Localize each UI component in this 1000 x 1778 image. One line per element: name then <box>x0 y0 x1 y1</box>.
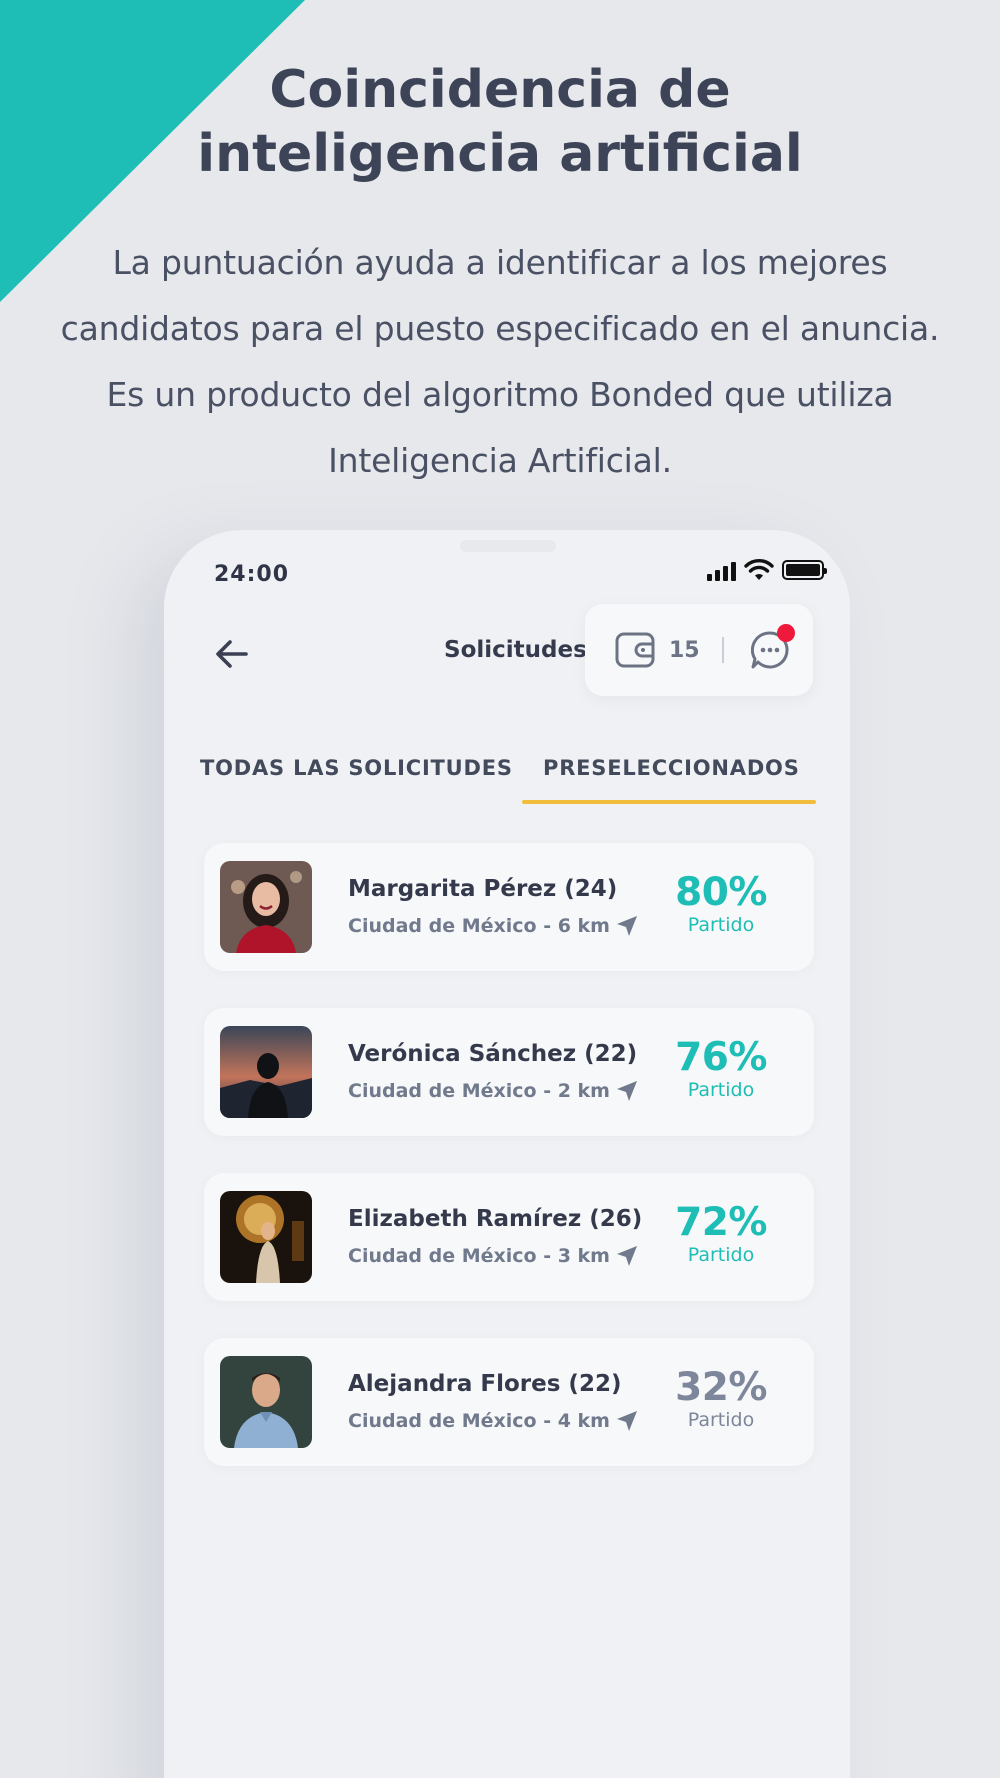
header-divider <box>721 637 724 663</box>
screen-title: Solicitudes <box>444 637 587 663</box>
signal-icon <box>707 559 736 581</box>
candidate-location-text: Ciudad de México - 6 km <box>348 915 610 937</box>
match-percentage: 76% <box>675 1035 767 1080</box>
wifi-icon <box>744 559 774 580</box>
tab-all-applications[interactable]: TODAS LAS SOLICITUDES <box>200 756 513 780</box>
battery-icon <box>782 560 827 580</box>
candidate-name: Alejandra Flores (22) <box>348 1371 622 1397</box>
candidate-location-text: Ciudad de México - 4 km <box>348 1410 610 1432</box>
match-label: Partido <box>687 1409 755 1431</box>
messages-button[interactable] <box>750 624 795 670</box>
candidate-location: Ciudad de México - 4 km <box>348 1410 638 1432</box>
match-percentage: 80% <box>675 870 767 915</box>
candidate-card[interactable]: Margarita Pérez (24) Ciudad de México - … <box>204 843 814 971</box>
navigation-arrow-icon <box>616 1246 637 1266</box>
candidate-name: Margarita Pérez (24) <box>348 876 618 902</box>
match-score: 32% Partido <box>666 1368 776 1432</box>
candidate-location: Ciudad de México - 3 km <box>348 1245 638 1267</box>
candidate-avatar <box>220 1356 312 1448</box>
match-percentage: 72% <box>675 1200 767 1245</box>
candidate-avatar <box>220 1191 312 1283</box>
notification-dot <box>776 624 795 642</box>
headline-line-1: Coincidencia de <box>269 60 731 120</box>
match-score: 80% Partido <box>666 873 776 937</box>
back-button[interactable] <box>210 632 254 676</box>
candidate-avatar <box>220 1026 312 1118</box>
candidate-location: Ciudad de México - 2 km <box>348 1080 638 1102</box>
navigation-arrow-icon <box>616 1411 637 1431</box>
wallet-button[interactable]: 15 <box>615 631 700 669</box>
arrow-left-icon <box>216 640 248 668</box>
candidate-location-text: Ciudad de México - 2 km <box>348 1080 610 1102</box>
page-headline: Coincidencia de inteligencia artificial <box>100 58 900 186</box>
tab-shortlisted[interactable]: PRESELECCIONADOS <box>543 756 800 780</box>
phone-notch <box>460 540 556 552</box>
status-time: 24:00 <box>214 562 290 587</box>
match-percentage: 32% <box>675 1365 767 1410</box>
wallet-icon <box>615 632 655 668</box>
wallet-count: 15 <box>669 637 700 663</box>
match-label: Partido <box>687 1244 755 1266</box>
match-label: Partido <box>687 914 755 936</box>
match-label: Partido <box>687 1079 755 1101</box>
navigation-arrow-icon <box>616 916 637 936</box>
candidate-location-text: Ciudad de México - 3 km <box>348 1245 610 1267</box>
candidate-name: Elizabeth Ramírez (26) <box>348 1206 643 1232</box>
candidate-card[interactable]: Elizabeth Ramírez (26) Ciudad de México … <box>204 1173 814 1301</box>
header-actions: 15 <box>585 604 813 696</box>
feature-description: La puntuación ayuda a identificar a los … <box>60 243 940 480</box>
candidate-name: Verónica Sánchez (22) <box>348 1041 638 1067</box>
candidate-avatar <box>220 861 312 953</box>
candidate-card[interactable]: Verónica Sánchez (22) Ciudad de México -… <box>204 1008 814 1136</box>
status-icons <box>707 558 827 582</box>
phone-mockup: 24:00 Solicitudes 15 TODAS LAS SOLICITUD… <box>164 530 850 1778</box>
match-score: 72% Partido <box>666 1203 776 1267</box>
candidate-card[interactable]: Alejandra Flores (22) Ciudad de México -… <box>204 1338 814 1466</box>
active-tab-indicator <box>522 800 816 804</box>
navigation-arrow-icon <box>616 1081 637 1101</box>
candidate-location: Ciudad de México - 6 km <box>348 915 638 937</box>
match-score: 76% Partido <box>666 1038 776 1102</box>
headline-line-2: inteligencia artificial <box>197 124 803 184</box>
